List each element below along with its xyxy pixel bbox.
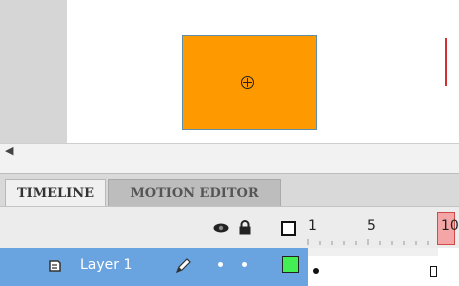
outline-icon[interactable] [281, 221, 296, 236]
frame-strip-top [308, 248, 438, 256]
stage-area[interactable] [0, 0, 459, 143]
eye-icon[interactable] [213, 223, 229, 233]
orange-rectangle-shape[interactable] [182, 35, 317, 130]
pencil-icon [175, 258, 191, 274]
frame-number-1: 1 [308, 218, 317, 234]
layer-row[interactable]: Layer 1 [0, 248, 459, 286]
registration-point-icon [241, 76, 254, 89]
layer-outline-color-swatch[interactable] [282, 256, 299, 273]
stage-horizontal-scrollbar[interactable]: ◀ [0, 143, 459, 174]
end-frame-icon[interactable] [430, 266, 437, 277]
layer-row-selected[interactable]: Layer 1 [0, 248, 307, 286]
tab-motion-editor[interactable]: MOTION EDITOR [108, 179, 281, 207]
frame-number-5: 5 [367, 218, 376, 234]
playhead-line [445, 38, 447, 86]
timeline-header: 1 5 10 [0, 206, 459, 249]
frame-ruler[interactable] [306, 237, 456, 245]
layer-icon [49, 260, 61, 272]
lock-icon[interactable] [238, 220, 252, 235]
panel-tabbar: TIMELINE MOTION EDITOR [0, 173, 459, 207]
tab-timeline[interactable]: TIMELINE [5, 179, 106, 207]
pasteboard [0, 0, 67, 143]
layer-name[interactable]: Layer 1 [80, 257, 132, 273]
scroll-left-arrow-icon[interactable]: ◀ [5, 145, 13, 157]
layer-frames[interactable] [307, 248, 459, 286]
layer-visibility-dot[interactable] [218, 262, 223, 267]
frame-number-10: 10 [441, 218, 459, 234]
keyframe-icon[interactable] [313, 268, 319, 274]
layer-lock-dot[interactable] [242, 262, 247, 267]
